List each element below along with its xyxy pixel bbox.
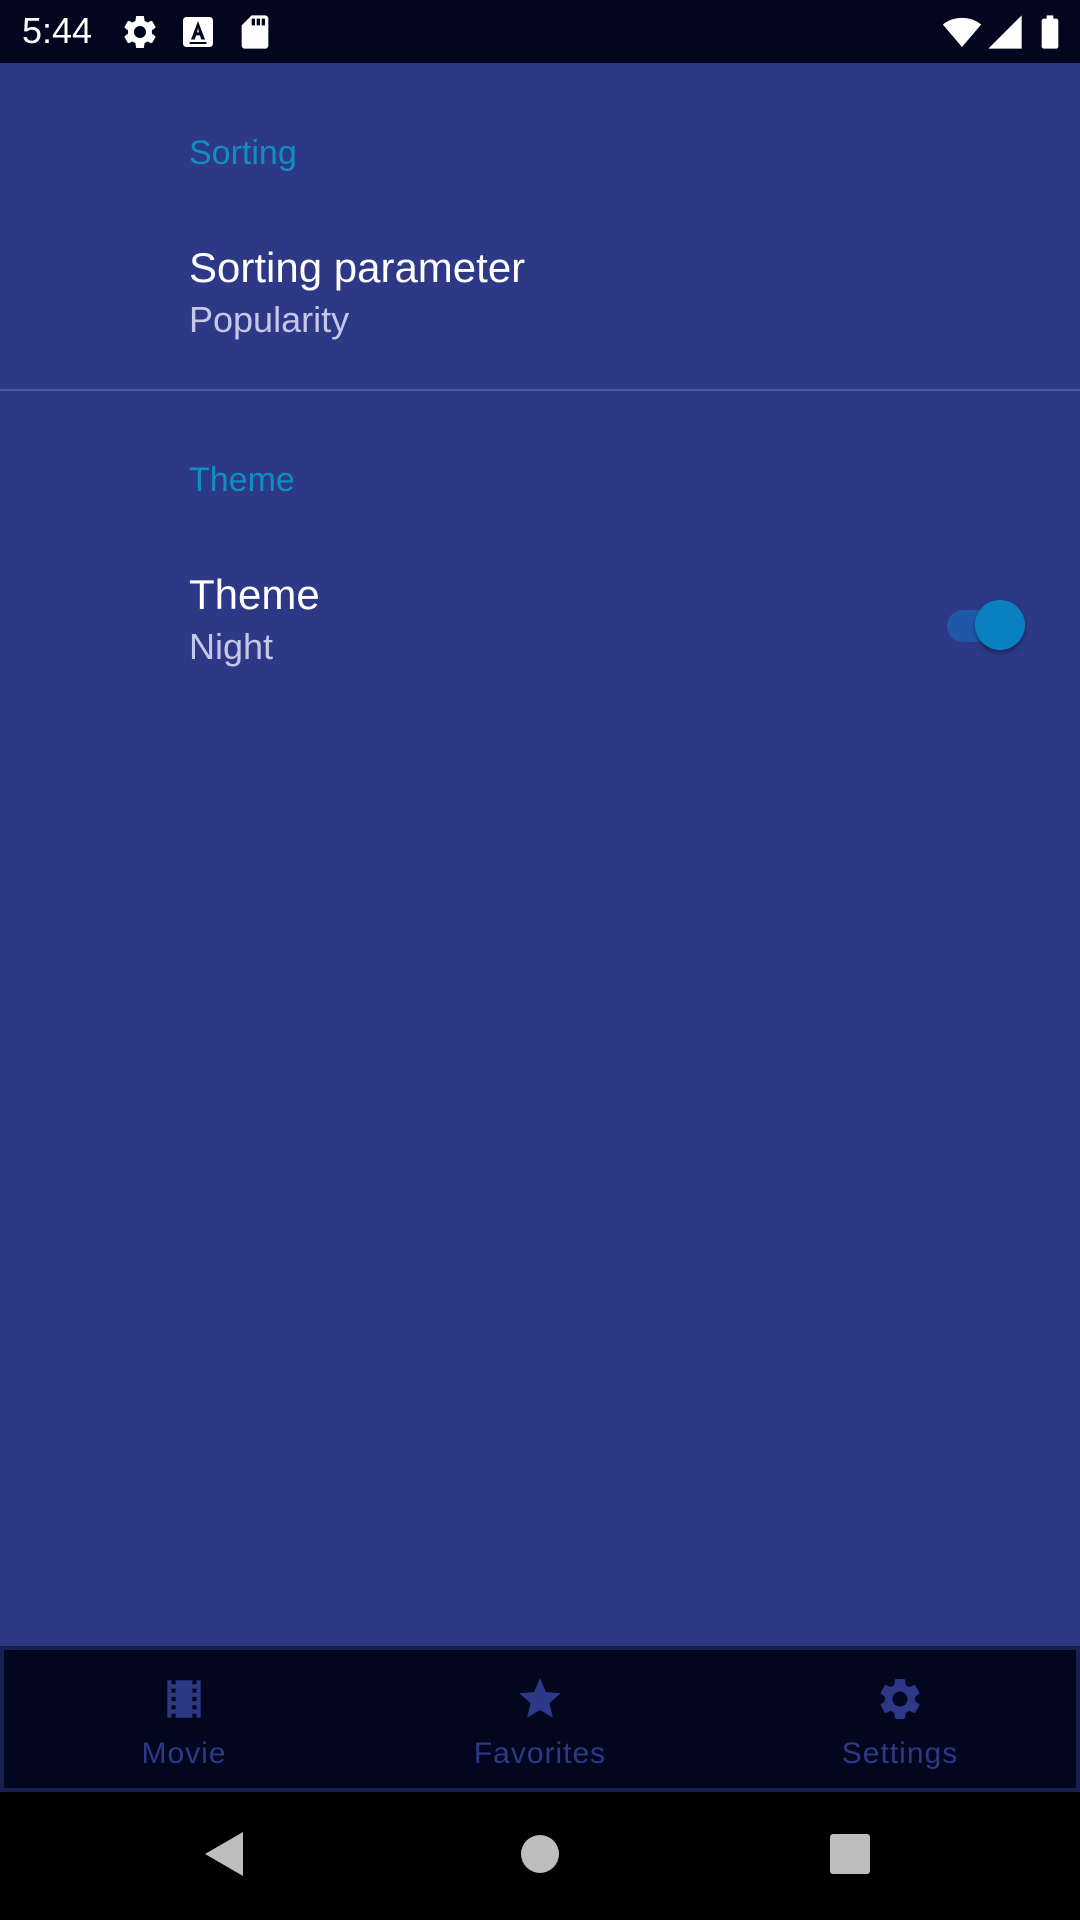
nav-label-favorites: Favorites: [473, 1737, 607, 1770]
movie-film-icon: [167, 1680, 201, 1718]
nav-item-movie[interactable]: Movie: [4, 1650, 364, 1788]
sorting-parameter-title: Sorting parameter: [189, 244, 526, 291]
bottom-navigation: Movie Favorites Settings: [0, 1646, 1080, 1792]
switch-thumb: [975, 600, 1025, 650]
divider: [0, 389, 1080, 391]
sd-card-icon: [241, 15, 269, 49]
wifi-icon: [942, 17, 982, 47]
nav-label-settings: Settings: [841, 1737, 959, 1770]
star-icon: [519, 1678, 561, 1718]
theme-title: Theme: [189, 571, 320, 618]
theme-category-title: Theme: [189, 461, 295, 499]
settings-gear-icon: [124, 15, 156, 48]
theme-summary: Night: [189, 626, 274, 667]
sorting-parameter-summary: Popularity: [189, 299, 350, 340]
system-navigation-bar: [0, 1792, 1080, 1920]
theme-switch[interactable]: [945, 596, 1029, 650]
nav-label-movie: Movie: [141, 1737, 227, 1770]
status-time: 5:44: [22, 10, 93, 51]
recents-icon[interactable]: [820, 1824, 880, 1884]
home-icon[interactable]: [510, 1824, 570, 1884]
status-bar: 5:44: [0, 0, 1080, 63]
sorting-parameter-preference[interactable]: Sorting parameter Popularity: [0, 243, 1080, 393]
sorting-category-title: Sorting: [189, 134, 297, 172]
battery-icon: [1041, 15, 1059, 49]
theme-preference[interactable]: Theme Night: [0, 570, 1080, 720]
nav-item-favorites[interactable]: Favorites: [360, 1650, 720, 1788]
cell-signal-icon: [988, 15, 1022, 49]
settings-gear-icon: [880, 1679, 920, 1719]
back-icon[interactable]: [195, 1824, 255, 1884]
keyboard-a-icon: [183, 17, 213, 47]
settings-screen: Sorting Sorting parameter Popularity The…: [0, 63, 1080, 1646]
nav-item-settings[interactable]: Settings: [720, 1650, 1080, 1788]
